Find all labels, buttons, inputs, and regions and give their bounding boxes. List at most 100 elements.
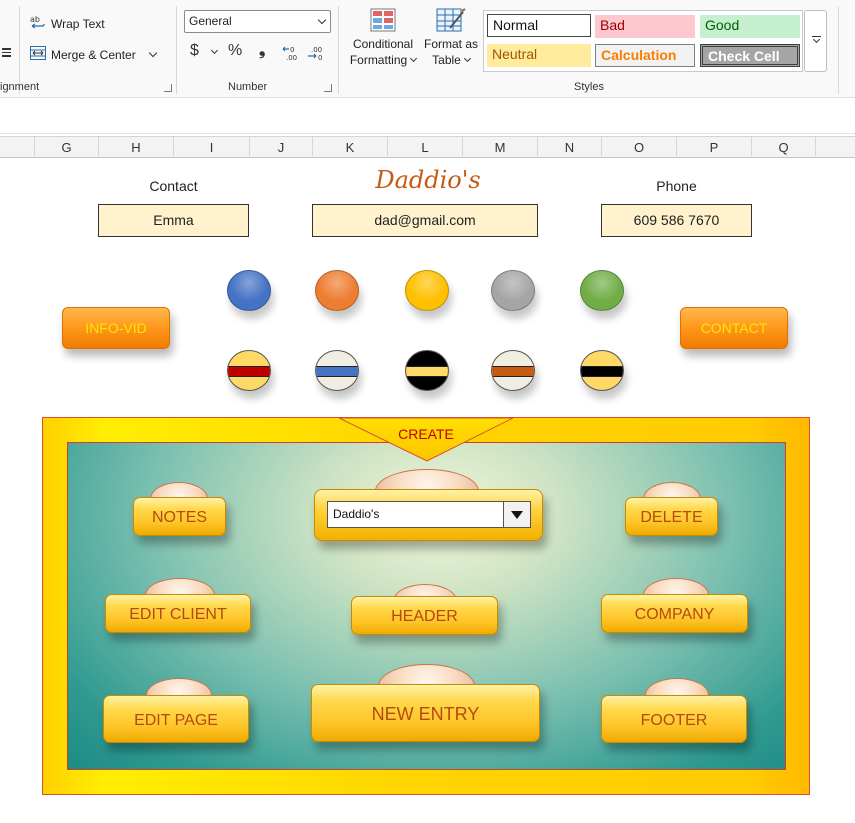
formula-bar-area: [0, 99, 855, 134]
svg-text:0: 0: [318, 54, 322, 62]
style-bad[interactable]: Bad: [595, 15, 695, 38]
swatch-band: [492, 366, 534, 377]
company-button[interactable]: COMPANY: [601, 594, 748, 633]
svg-text:0: 0: [290, 46, 294, 54]
percent-style-button[interactable]: %: [228, 42, 242, 60]
column-header-l[interactable]: L: [387, 137, 462, 158]
edit-client-button[interactable]: EDIT CLIENT: [105, 594, 251, 633]
style-check-cell[interactable]: Check Cell: [700, 44, 800, 67]
group-separator: [176, 6, 177, 94]
swatch-band: [228, 366, 270, 377]
decrease-decimal-button[interactable]: .00 0: [307, 44, 327, 62]
style-good[interactable]: Good: [700, 15, 800, 38]
client-dropdown-value: Daddio's: [333, 507, 380, 521]
increase-decimal-icon: 0.00: [282, 46, 297, 62]
column-header-g[interactable]: G: [34, 137, 98, 158]
format-as-table-label-2: Table: [432, 53, 461, 67]
column-header-h[interactable]: H: [98, 137, 173, 158]
column-header-n[interactable]: N: [537, 137, 601, 158]
currency-icon: $: [190, 42, 199, 59]
phone-label: Phone: [656, 178, 697, 194]
style-calculation[interactable]: Calculation: [595, 44, 695, 67]
color-swatch-solid[interactable]: [405, 270, 449, 311]
group-separator: [838, 6, 839, 94]
alignment-group-label: ignment: [0, 81, 40, 93]
create-title: CREATE: [398, 426, 454, 442]
conditional-formatting-label-1: Conditional: [352, 37, 414, 51]
merge-center-label: Merge & Center: [51, 47, 136, 62]
footer-button[interactable]: FOOTER: [601, 695, 747, 743]
group-separator: [338, 6, 339, 94]
header-button[interactable]: HEADER: [351, 596, 498, 635]
number-group-label: Number: [228, 81, 268, 93]
notes-button[interactable]: NOTES: [133, 497, 226, 536]
chevron-down-icon: [463, 54, 471, 63]
contact-label: Contact: [149, 178, 198, 194]
color-swatch-banded[interactable]: [315, 350, 359, 391]
merge-center-button[interactable]: Merge & Center: [30, 46, 157, 63]
color-swatch-banded[interactable]: [405, 350, 449, 391]
format-as-table-button[interactable]: Format as Table: [422, 8, 480, 68]
swatch-band: [316, 366, 358, 377]
conditional-formatting-label-2: Formatting: [349, 53, 408, 67]
email-cell[interactable]: dad@gmail.com: [312, 204, 538, 237]
format-as-table-icon: [436, 8, 466, 32]
style-neutral[interactable]: Neutral: [487, 44, 591, 67]
increase-decimal-button[interactable]: 0.00: [282, 44, 302, 62]
contact-name-cell[interactable]: Emma: [98, 204, 249, 237]
color-swatch-banded[interactable]: [227, 350, 271, 391]
number-format-value: General: [189, 14, 232, 28]
column-headers: G H I J K L M N O P Q: [0, 136, 855, 158]
column-header-m[interactable]: M: [462, 137, 537, 158]
wrap-text-button[interactable]: ab Wrap Text: [30, 14, 105, 33]
expand-gallery-icon: [812, 35, 821, 45]
style-normal[interactable]: Normal: [487, 14, 591, 37]
client-dropdown-panel: Daddio's: [314, 489, 543, 541]
color-swatch-banded[interactable]: [491, 350, 535, 391]
brand-title: Daddio's: [375, 166, 481, 194]
ribbon: ab Wrap Text Merge & Center ignment Gene…: [0, 0, 855, 98]
color-swatch-solid[interactable]: [491, 270, 535, 311]
new-entry-button[interactable]: NEW ENTRY: [311, 684, 540, 742]
chevron-down-icon: [317, 15, 327, 25]
column-header-k[interactable]: K: [312, 137, 387, 158]
merge-center-icon: [30, 46, 46, 63]
contact-button[interactable]: CONTACT: [680, 307, 788, 349]
svg-text:ab: ab: [30, 15, 40, 24]
svg-text:.00: .00: [286, 54, 297, 62]
dropdown-arrow-icon[interactable]: [503, 502, 530, 527]
swatch-band: [581, 366, 623, 377]
align-left-icon[interactable]: [2, 48, 11, 58]
cell-styles-gallery: Normal Bad Good Neutral Calculation Chec…: [483, 10, 803, 72]
number-format-select[interactable]: General: [184, 10, 331, 33]
phone-cell[interactable]: 609 586 7670: [601, 204, 752, 237]
decrease-decimal-icon: .000: [308, 46, 322, 62]
color-swatch-solid[interactable]: [580, 270, 624, 311]
color-swatch-solid[interactable]: [227, 270, 271, 311]
color-swatch-solid[interactable]: [315, 270, 359, 311]
styles-group-label: Styles: [574, 81, 604, 93]
column-header-p[interactable]: P: [676, 137, 751, 158]
column-header-i[interactable]: I: [173, 137, 249, 158]
format-as-table-label-1: Format as: [423, 37, 478, 51]
conditional-formatting-button[interactable]: Conditional Formatting: [348, 8, 418, 68]
wrap-text-label: Wrap Text: [51, 16, 105, 31]
delete-button[interactable]: DELETE: [625, 497, 718, 536]
comma-style-button[interactable]: ❟: [259, 42, 265, 60]
currency-format-button[interactable]: $: [190, 42, 219, 60]
column-header-q[interactable]: Q: [751, 137, 815, 158]
dialog-launcher-icon[interactable]: [324, 84, 332, 92]
column-header-j[interactable]: J: [249, 137, 312, 158]
color-swatch-banded[interactable]: [580, 350, 624, 391]
chevron-down-icon[interactable]: [148, 48, 157, 58]
client-dropdown[interactable]: Daddio's: [327, 501, 531, 528]
percent-icon: %: [228, 42, 243, 59]
dialog-launcher-icon[interactable]: [164, 84, 172, 92]
chevron-down-icon[interactable]: [210, 46, 219, 55]
comma-icon: ❟: [259, 42, 266, 59]
info-vid-button[interactable]: INFO-VID: [62, 307, 170, 349]
column-header-o[interactable]: O: [601, 137, 676, 158]
styles-more-button[interactable]: [804, 10, 827, 72]
chevron-down-icon: [410, 54, 418, 63]
edit-page-button[interactable]: EDIT PAGE: [103, 695, 249, 743]
